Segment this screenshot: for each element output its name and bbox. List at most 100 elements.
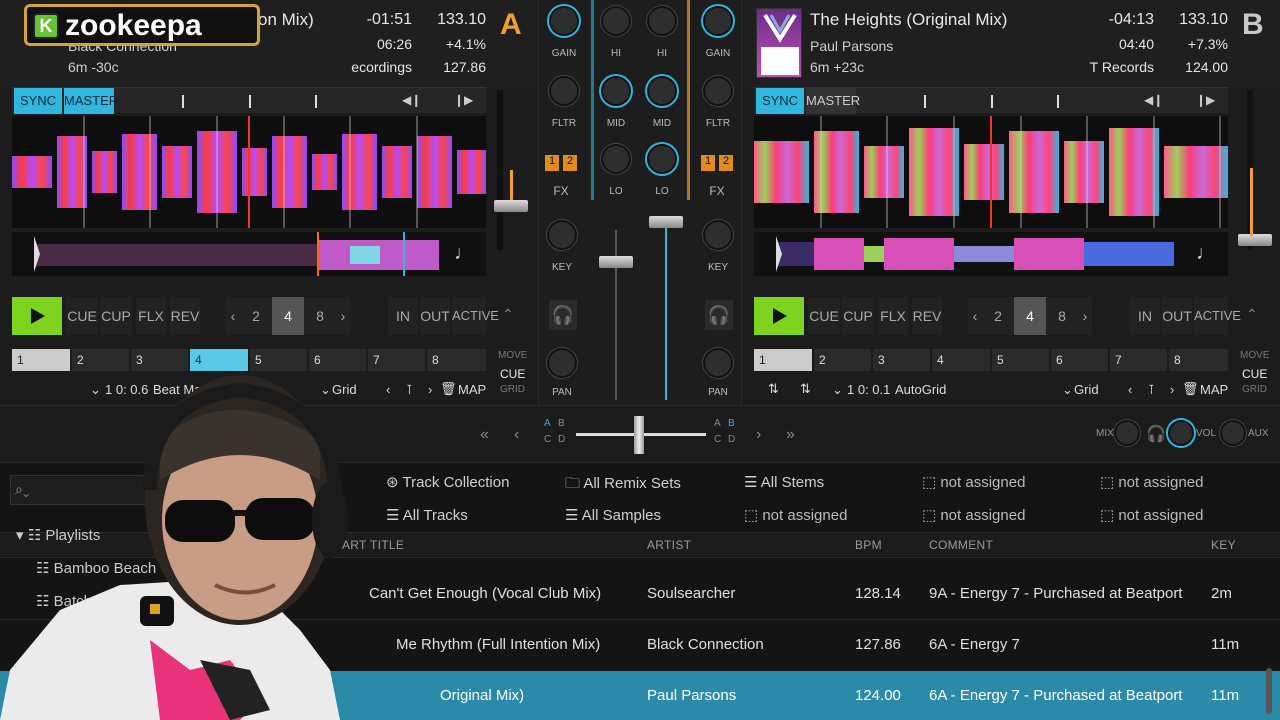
deck-b-loop-4[interactable]: 4 xyxy=(1014,297,1046,335)
prev-icon[interactable]: ‹ xyxy=(1128,382,1132,397)
ch-a-hi-knob[interactable] xyxy=(601,6,631,36)
next-icon[interactable]: › xyxy=(1170,382,1174,397)
assign-b-right[interactable]: B xyxy=(728,418,735,429)
ch-b-pan-knob[interactable] xyxy=(703,348,733,378)
loop-size-decrease[interactable]: ‹ xyxy=(226,297,240,335)
deck-b-tempo-fader[interactable] xyxy=(1238,234,1272,246)
deck-a-reverse-button[interactable]: REV xyxy=(170,297,200,335)
deck-a-hotcue-5[interactable]: 5 xyxy=(250,349,307,371)
ch-a-fx2-button[interactable]: 2 xyxy=(563,155,577,171)
deck-a-overview[interactable]: ♩ xyxy=(12,232,486,276)
ch-b-gain-knob[interactable] xyxy=(703,6,733,36)
prev-icon[interactable]: ‹ xyxy=(386,382,390,397)
set-cue-icon[interactable]: ⇅ xyxy=(768,381,779,397)
loop-size-increase[interactable]: › xyxy=(1078,297,1092,335)
ch-a-lo-knob[interactable] xyxy=(601,144,631,174)
favorite-slot[interactable]: 🗀 All Remix Sets xyxy=(565,473,681,498)
deck-b-cup-button[interactable]: CUP xyxy=(842,297,874,335)
column-title[interactable]: TITLE xyxy=(370,538,404,552)
deck-b-hotcue-1[interactable]: 1 xyxy=(754,349,812,371)
left-icon[interactable]: ‹ xyxy=(514,426,519,444)
ch-a-headphone-cue[interactable]: 🎧 xyxy=(549,300,577,330)
deck-b-hotcue-5[interactable]: 5 xyxy=(992,349,1049,371)
collapse-icon[interactable]: ⌃ xyxy=(1246,306,1258,323)
ch-b-key-knob[interactable] xyxy=(703,220,733,250)
tap-icon[interactable]: ⊺ xyxy=(1148,382,1155,398)
deck-a-hotcue-4[interactable]: 4 xyxy=(190,349,248,371)
assign-d-right[interactable]: D xyxy=(728,434,735,445)
ch-b-filter-knob[interactable] xyxy=(703,76,733,106)
assign-c-right[interactable]: C xyxy=(714,434,721,445)
ch-b-fx2-button[interactable]: 2 xyxy=(719,155,733,171)
ch-a-filter-knob[interactable] xyxy=(549,76,579,106)
deck-a-hotcue-3[interactable]: 3 xyxy=(131,349,188,371)
favorite-slot[interactable]: ⬚ not assigned xyxy=(744,506,847,524)
deck-a-waveform[interactable] xyxy=(12,116,486,228)
ch-b-mid-knob[interactable] xyxy=(647,76,677,106)
favorite-slot[interactable]: ☰ All Samples xyxy=(565,506,661,524)
deck-b-reverse-button[interactable]: REV xyxy=(912,297,942,335)
ch-b-hi-knob[interactable] xyxy=(647,6,677,36)
dropdown-icon[interactable]: ⌄ xyxy=(1062,382,1073,398)
deck-a-hotcue-7[interactable]: 7 xyxy=(368,349,425,371)
right-icon[interactable]: › xyxy=(756,426,761,444)
deck-b-loop-out-button[interactable]: OUT xyxy=(1162,297,1192,335)
ch-a-mid-knob[interactable] xyxy=(601,76,631,106)
deck-b-loop-active-button[interactable]: ACTIVE xyxy=(1194,297,1241,335)
deck-a-map-button[interactable]: MAP xyxy=(458,382,486,397)
deck-b-hotcue-6[interactable]: 6 xyxy=(1051,349,1108,371)
deck-b-marker-type[interactable]: AutoGrid xyxy=(895,382,946,397)
nudge-back-icon[interactable]: ◀❙ xyxy=(402,93,421,107)
deck-b-hotcue-3[interactable]: 3 xyxy=(873,349,930,371)
deck-a-master-button[interactable]: MASTER xyxy=(64,88,118,114)
column-bpm[interactable]: BPM xyxy=(855,538,882,552)
deck-a-cup-button[interactable]: CUP xyxy=(100,297,132,335)
favorite-slot[interactable]: ⬚ not assigned xyxy=(1100,506,1203,524)
nudge-back-icon[interactable]: ◀❙ xyxy=(1144,93,1163,107)
deck-a-loop-8[interactable]: 8 xyxy=(304,297,336,335)
column-artist[interactable]: ARTIST xyxy=(647,538,691,552)
deck-b-loop-in-button[interactable]: IN xyxy=(1130,297,1160,335)
note-icon[interactable]: ♩ xyxy=(454,242,474,265)
double-left-icon[interactable]: « xyxy=(480,426,489,444)
deck-b-flux-button[interactable]: FLX xyxy=(878,297,908,335)
ch-b-headphone-cue[interactable]: 🎧 xyxy=(705,300,733,330)
deck-a-hotcue-8[interactable]: 8 xyxy=(427,349,486,371)
mix-knob[interactable] xyxy=(1114,420,1140,446)
deck-b-grid-label[interactable]: Grid xyxy=(1074,382,1099,397)
deck-a-tempo-fader[interactable] xyxy=(494,200,528,212)
favorite-slot[interactable]: ⊛ Track Collection xyxy=(386,473,509,491)
trash-icon[interactable]: 🗑 xyxy=(440,381,457,397)
favorite-slot[interactable]: ⬚ not assigned xyxy=(922,506,1025,524)
column-comment[interactable]: COMMENT xyxy=(929,538,993,552)
deck-a-hotcue-1[interactable]: 1 xyxy=(12,349,70,371)
favorite-slot[interactable]: ⬚ not assigned xyxy=(1100,473,1203,491)
ch-a-fx1-button[interactable]: 1 xyxy=(545,155,559,171)
dropdown-icon[interactable]: ⌄ xyxy=(832,382,843,398)
set-grid-icon[interactable]: ⇅ xyxy=(800,381,811,397)
deck-b-hotcue-4[interactable]: 4 xyxy=(932,349,990,371)
deck-b-play-button[interactable] xyxy=(754,297,804,335)
crossfader-handle[interactable] xyxy=(634,416,644,454)
deck-a-cue-button[interactable]: CUE xyxy=(66,297,98,335)
deck-a-play-button[interactable] xyxy=(12,297,62,335)
deck-b-loop-8[interactable]: 8 xyxy=(1046,297,1078,335)
next-icon[interactable]: › xyxy=(428,382,432,397)
deck-a-loop-out-button[interactable]: OUT xyxy=(420,297,450,335)
assign-c-left[interactable]: C xyxy=(544,434,551,445)
aux-knob[interactable] xyxy=(1220,420,1246,446)
deck-a-bpm[interactable]: 133.10 xyxy=(420,11,486,29)
collapse-icon[interactable]: ⌃ xyxy=(502,306,514,323)
loop-size-increase[interactable]: › xyxy=(336,297,350,335)
deck-a-flux-button[interactable]: FLX xyxy=(136,297,166,335)
deck-b-waveform[interactable] xyxy=(754,116,1228,228)
move-label[interactable]: MOVE xyxy=(1240,350,1269,361)
double-right-icon[interactable]: » xyxy=(786,426,795,444)
nudge-forward-icon[interactable]: ❙▶ xyxy=(454,93,473,107)
deck-a-loop-active-button[interactable]: ACTIVE xyxy=(452,297,499,335)
assign-a-right[interactable]: A xyxy=(714,418,721,429)
note-icon[interactable]: ♩ xyxy=(1196,242,1216,265)
deck-b-master-button[interactable]: MASTER xyxy=(806,88,860,114)
deck-b-hotcue-2[interactable]: 2 xyxy=(814,349,871,371)
scrollbar[interactable] xyxy=(1266,668,1272,714)
